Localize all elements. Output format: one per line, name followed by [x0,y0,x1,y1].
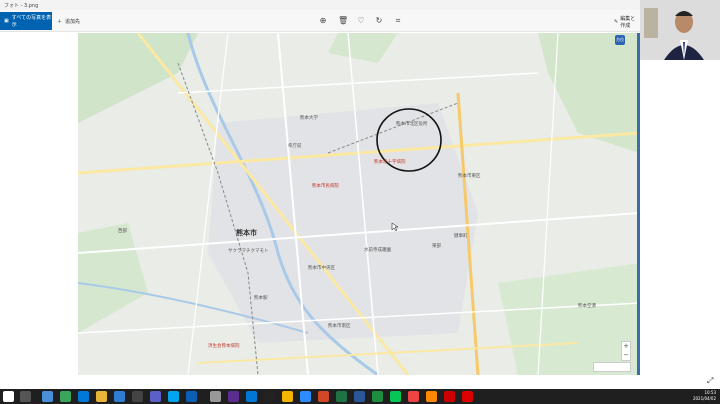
green-area [78,33,198,123]
city-label: 熊本市 [236,229,257,237]
green-area [78,223,148,333]
zoom-app-icon[interactable] [300,391,311,402]
map-graphics [78,33,637,375]
photos-icon: ▣ [4,18,9,24]
folder-icon[interactable] [282,391,293,402]
zoom-out-icon[interactable]: − [622,351,630,360]
photos-app-icon[interactable] [186,391,197,402]
app-icon[interactable] [210,391,221,402]
map-label: 熊本市民病院 [312,184,339,189]
map-label: 熊本赤十字病院 [374,160,406,165]
favorite-icon[interactable]: ♡ [356,16,366,26]
word-icon[interactable] [354,391,365,402]
edit-icon: ✎ [614,19,619,25]
add-to-button[interactable]: ＋ 追加先 [57,14,80,28]
see-all-photos-label: すべての写真を表示 [11,15,52,28]
start-icon[interactable] [3,391,14,402]
map-label: 熊本空港 [578,304,596,309]
webcam-overlay [640,0,720,60]
blank-panel [640,60,720,376]
see-all-photos-button[interactable]: ▣ すべての写真を表示 [0,12,52,30]
skype-icon[interactable] [168,391,179,402]
urban-area [208,103,478,343]
window-title: フォト - 3.png [0,0,640,10]
green-area [498,263,637,375]
map-label: 熊本市東区 [458,174,481,179]
edit-create-button[interactable]: ✎ 編集と作成 [614,15,640,29]
road [177,72,539,94]
chrome-icon[interactable] [60,391,71,402]
teams-icon[interactable] [150,391,161,402]
powerpoint-icon[interactable] [318,391,329,402]
vs-icon[interactable] [228,391,239,402]
map-label: 熊本大学 [300,116,318,121]
map-label: 県庁前 [288,144,302,149]
task-view-icon[interactable] [42,391,53,402]
search-icon[interactable] [20,391,31,402]
delete-icon[interactable]: 🗑 [338,16,348,26]
excel-icon[interactable] [372,391,383,402]
map-image[interactable]: 熊本市 熊本市北区役所 熊本大学 熊本赤十字病院 熊本市民病院 熊本市東区 熊本… [78,33,640,375]
map-label: 健軍町 [454,234,468,239]
terminal-icon[interactable] [264,391,275,402]
map-label: 熊本市北区役所 [396,122,428,127]
presenter-image [640,0,720,60]
map-label: サクラマチクマモト [228,249,269,254]
crop-icon[interactable]: ⌗ [393,16,403,26]
edit-create-label: 編集と作成 [620,16,636,29]
map-label: 水前寺成趣園 [364,248,391,253]
add-to-label: 追加先 [65,18,81,25]
fullscreen-icon[interactable]: ⤢ [707,376,713,386]
line-icon[interactable] [390,391,401,402]
acrobat-icon[interactable] [462,391,473,402]
app-icon[interactable] [408,391,419,402]
app-icon[interactable] [426,391,437,402]
plus-icon: ＋ [57,18,63,25]
mail-icon[interactable] [114,391,125,402]
photos-toolbar: ▣ すべての写真を表示 ＋ 追加先 ⊕ 🗑 ♡ ↻ ⌗ ✎ 編集と作成 [0,10,640,32]
map-label: 熊本市南区 [328,324,351,329]
map-label: 西部 [118,229,127,234]
pdf-icon[interactable] [444,391,455,402]
zoom-icon[interactable]: ⊕ [318,16,328,26]
calculator-icon[interactable] [132,391,143,402]
compass-button[interactable]: 方位 [615,35,625,45]
zoom-in-icon[interactable]: + [622,342,630,351]
zoom-control[interactable]: + − [621,341,631,361]
taskbar: 10:53 2021/04/02 [0,389,720,404]
green-area [328,33,398,63]
explorer-icon[interactable] [96,391,107,402]
vscode-icon[interactable] [246,391,257,402]
map-label: 熊本駅 [254,296,268,301]
clock[interactable]: 10:53 2021/04/02 [693,390,716,402]
map-label: 済生会熊本病院 [208,344,240,349]
map-label: 東部 [432,244,441,249]
clock-date: 2021/04/02 [692,396,716,401]
edge-icon[interactable] [78,391,89,402]
layer-switcher[interactable] [593,362,631,372]
rotate-icon[interactable]: ↻ [374,16,384,26]
map-label: 熊本市中央区 [308,266,335,271]
excel-icon[interactable] [336,391,347,402]
